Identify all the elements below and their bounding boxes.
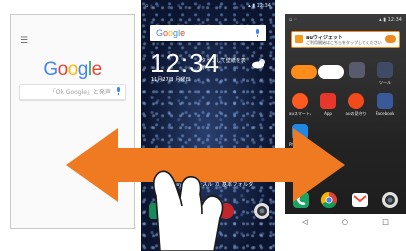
swiping-hand-icon [152, 170, 224, 251]
